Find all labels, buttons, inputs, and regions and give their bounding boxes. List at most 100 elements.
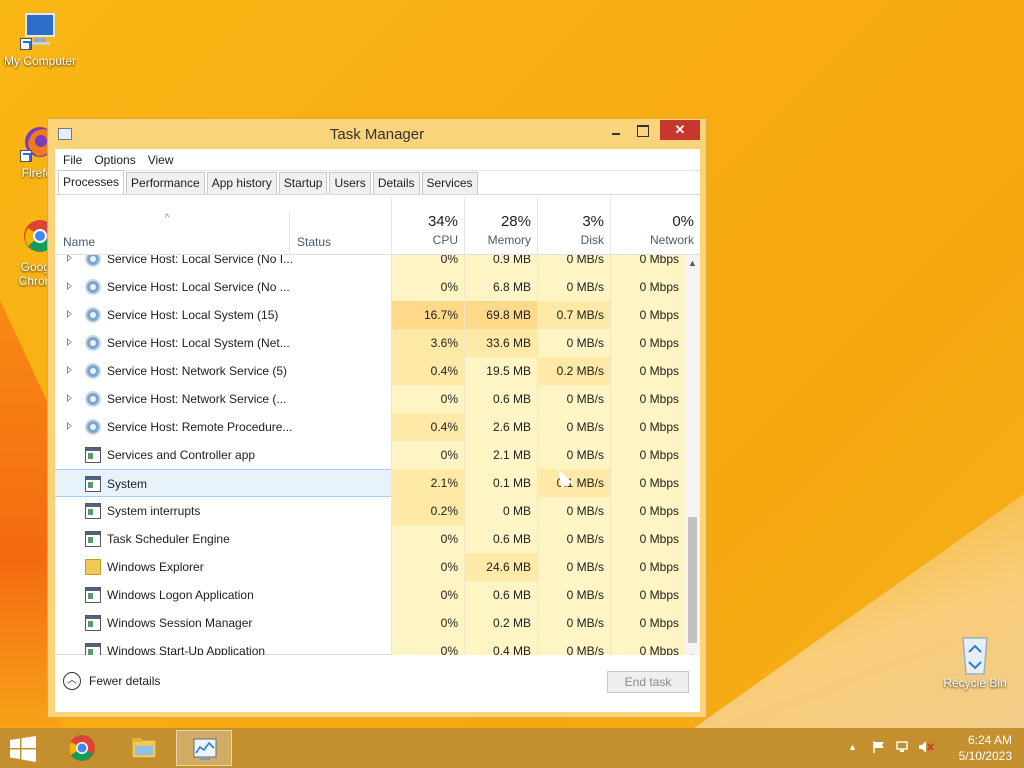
column-disk[interactable]: 3% Disk	[537, 197, 610, 255]
menu-options[interactable]: Options	[88, 153, 141, 167]
tab-startup[interactable]: Startup	[278, 172, 328, 194]
process-cpu-cell: 2.1%	[391, 469, 464, 497]
show-hidden-icons-icon[interactable]: ▲	[848, 740, 862, 754]
process-disk-cell: 0 MB/s	[537, 581, 610, 609]
table-row[interactable]: Service Host: Remote Procedure... 0.4% 2.6…	[55, 413, 685, 441]
process-rows: Service Host: Local Service (No I... 0% 0.…	[55, 255, 685, 665]
table-row[interactable]: Services and Controller app 0% 2.1 MB 0 MB/…	[55, 441, 685, 469]
process-network-cell: 0 Mbps	[610, 301, 685, 329]
table-row[interactable]: Windows Logon Application 0% 0.6 MB 0 MB/s 0…	[55, 581, 685, 609]
end-task-button[interactable]: End task	[607, 671, 689, 693]
action-center-flag-icon[interactable]	[872, 740, 886, 754]
chrome-icon	[69, 735, 95, 761]
process-memory-cell: 0 MB	[464, 497, 537, 525]
process-network-cell: 0 Mbps	[610, 497, 685, 525]
process-cpu-cell: 0%	[391, 609, 464, 637]
process-disk-cell: 0 MB/s	[537, 255, 610, 273]
expand-arrow-icon[interactable]	[67, 422, 72, 430]
table-row[interactable]: Task Scheduler Engine 0% 0.6 MB 0 MB/s 0 Mbp…	[55, 525, 685, 553]
memory-label: Memory	[487, 233, 531, 247]
tab-performance[interactable]: Performance	[126, 172, 205, 194]
vertical-scrollbar[interactable]: ▲ ▼	[685, 255, 700, 665]
expand-arrow-icon[interactable]	[67, 282, 72, 290]
fewer-details-button[interactable]: ︿ Fewer details	[63, 672, 160, 690]
column-name[interactable]: Name	[63, 235, 95, 249]
expand-arrow-icon[interactable]	[67, 255, 72, 262]
maximize-button[interactable]	[630, 120, 656, 140]
clock[interactable]: 6:24 AM 5/10/2023	[959, 732, 1012, 764]
taskbar-chrome[interactable]	[54, 730, 110, 766]
column-memory[interactable]: 28% Memory	[464, 197, 537, 255]
table-row[interactable]: Service Host: Network Service (... 0% 0.6 …	[55, 385, 685, 413]
table-row[interactable]: Service Host: Local System (Net... 3.6% 33…	[55, 329, 685, 357]
expand-arrow-icon[interactable]	[67, 366, 72, 374]
taskbar-task-manager[interactable]	[176, 730, 232, 766]
expand-arrow-icon[interactable]	[67, 338, 72, 346]
tab-processes[interactable]: Processes	[58, 170, 125, 194]
process-name: Windows Logon Application	[107, 588, 254, 602]
title-bar[interactable]: Task Manager	[48, 119, 706, 149]
process-name: Service Host: Remote Procedure...	[107, 420, 293, 434]
taskbar-file-explorer[interactable]	[116, 730, 172, 766]
tab-details[interactable]: Details	[372, 172, 420, 194]
menu-file[interactable]: File	[57, 153, 88, 167]
tab-app-history[interactable]: App history	[206, 172, 277, 194]
application-icon	[85, 503, 101, 519]
process-network-cell: 0 Mbps	[610, 469, 685, 497]
menu-bar: File Options View	[55, 149, 700, 171]
application-icon	[85, 476, 101, 492]
process-cpu-cell: 0%	[391, 581, 464, 609]
table-row[interactable]: Service Host: Local Service (No I... 0% 0.…	[55, 255, 685, 273]
table-row[interactable]: Service Host: Local System (15) 16.7% 69.8…	[55, 301, 685, 329]
scroll-thumb[interactable]	[688, 517, 697, 643]
tab-strip: Processes Performance App history Startu…	[55, 170, 700, 195]
scroll-up-icon[interactable]: ▲	[685, 255, 700, 271]
process-name: Service Host: Local System (15)	[107, 308, 279, 322]
start-button[interactable]	[8, 736, 38, 762]
expand-arrow-icon[interactable]	[67, 310, 72, 318]
desktop-icon-my-computer[interactable]: My Computer	[0, 10, 80, 68]
close-button[interactable]	[660, 120, 700, 140]
minimize-button[interactable]	[604, 120, 630, 140]
process-network-cell: 0 Mbps	[610, 385, 685, 413]
cpu-total: 34%	[427, 213, 458, 230]
column-cpu[interactable]: 34% CPU	[391, 197, 464, 255]
table-header: ^ Name Status 34% CPU 28% Memory 3% Disk…	[55, 197, 700, 255]
memory-total: 28%	[500, 213, 531, 230]
process-cpu-cell: 0%	[391, 255, 464, 273]
process-network-cell: 0 Mbps	[610, 553, 685, 581]
table-row[interactable]: Service Host: Local Service (No ... 0% 6.8…	[55, 273, 685, 301]
process-name-cell: Windows Session Manager	[55, 609, 391, 637]
process-memory-cell: 0.6 MB	[464, 525, 537, 553]
process-memory-cell: 69.8 MB	[464, 301, 537, 329]
table-row[interactable]: Windows Session Manager 0% 0.2 MB 0 MB/s 0 M…	[55, 609, 685, 637]
table-row[interactable]: System interrupts 0.2% 0 MB 0 MB/s 0 Mbps	[55, 497, 685, 525]
process-cpu-cell: 0%	[391, 385, 464, 413]
process-name-cell: Service Host: Remote Procedure...	[55, 413, 391, 441]
tab-users[interactable]: Users	[329, 172, 371, 194]
network-icon[interactable]	[896, 740, 910, 754]
volume-muted-icon[interactable]	[918, 740, 934, 754]
process-name-cell: Service Host: Local Service (No ...	[55, 273, 391, 301]
process-name: Windows Session Manager	[107, 616, 253, 630]
column-status[interactable]: Status	[297, 235, 331, 249]
desktop-icon-recycle-bin[interactable]: Recycle Bin	[935, 632, 1015, 690]
table-row[interactable]: Service Host: Network Service (5) 0.4% 19.…	[55, 357, 685, 385]
expand-arrow-icon[interactable]	[67, 394, 72, 402]
shortcut-arrow-icon	[20, 38, 32, 50]
process-cpu-cell: 0%	[391, 525, 464, 553]
footer: ︿ Fewer details End task	[55, 655, 700, 712]
process-name-cell: System	[55, 469, 391, 497]
tab-services[interactable]: Services	[421, 172, 478, 194]
process-name-cell: Windows Explorer	[55, 553, 391, 581]
table-row[interactable]: Windows Explorer 0% 24.6 MB 0 MB/s 0 Mbps	[55, 553, 685, 581]
process-name-cell: Windows Logon Application	[55, 581, 391, 609]
chevron-up-icon: ︿	[63, 672, 81, 690]
table-row[interactable]: System 2.1% 0.1 MB 0.1 MB/s 0 Mbps	[55, 469, 685, 497]
process-network-cell: 0 Mbps	[610, 273, 685, 301]
menu-view[interactable]: View	[142, 153, 180, 167]
recycle-bin-icon	[955, 632, 995, 675]
folder-icon	[85, 559, 101, 575]
column-network[interactable]: 0% Network	[610, 197, 700, 255]
computer-icon	[20, 10, 60, 50]
